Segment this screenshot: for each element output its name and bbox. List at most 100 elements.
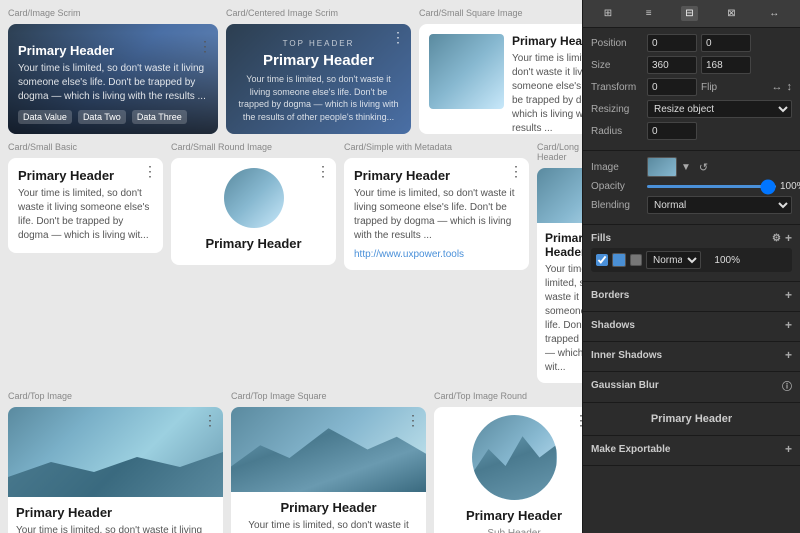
card-menu-button[interactable]: ⋮ xyxy=(391,30,405,44)
fill-type-select[interactable]: Normal Multiply xyxy=(646,251,701,269)
row-2: Card/Small Basic ⋮ Primary Header Your t… xyxy=(8,142,574,383)
card-small-square: ⋮ Primary Header Your time is limited, s… xyxy=(419,24,582,134)
image-opacity-section: Image ▼ ↺ Opacity 100% Blending Normal M… xyxy=(583,151,800,225)
mountain-overlay xyxy=(8,447,223,497)
transform-row: Transform Flip ↔ ↕ xyxy=(591,78,792,96)
fill-color-swatch[interactable] xyxy=(612,253,626,267)
primary-header-panel-section: Primary Header xyxy=(583,403,800,436)
tab-align-right[interactable]: ⊟ xyxy=(681,6,697,21)
shadows-header[interactable]: Shadows + xyxy=(591,318,792,332)
inner-shadows-label: Inner Shadows xyxy=(591,350,662,361)
top-image xyxy=(8,407,223,497)
image-dropdown-icon[interactable]: ▼ xyxy=(681,162,691,173)
image-strip xyxy=(537,168,582,223)
borders-header[interactable]: Borders + xyxy=(591,288,792,302)
blending-select[interactable]: Normal Multiply Screen Overlay xyxy=(647,196,792,214)
card-body: Your time is limited, so don't waste it … xyxy=(239,519,418,533)
card-body: Your time is limited, so don't waste it … xyxy=(18,62,208,104)
card-content: Primary Header Your time is limited, so … xyxy=(537,223,582,383)
flip-v-icon[interactable]: ↕ xyxy=(787,81,793,93)
opacity-value: 100% xyxy=(780,181,800,192)
make-exportable-header[interactable]: Make Exportable + xyxy=(591,442,792,456)
inner-shadows-section: Inner Shadows + xyxy=(583,342,800,372)
fill-color-swatch-2[interactable] xyxy=(630,254,642,266)
label-centered-scrim: Card/Centered Image Scrim xyxy=(226,8,411,18)
radius-input[interactable] xyxy=(647,122,697,140)
gaussian-header[interactable]: Gaussian Blur ⓘ xyxy=(591,378,792,393)
y-input[interactable] xyxy=(701,34,751,52)
round-img-wrapper xyxy=(434,407,582,500)
row-3: Card/Top Image ⋮ Primary Header Your tim… xyxy=(8,391,574,533)
radius-row: Radius xyxy=(591,122,792,140)
card-menu-button[interactable]: ⋮ xyxy=(143,164,157,178)
card-title: Primary Header xyxy=(545,231,582,259)
opacity-slider[interactable] xyxy=(647,185,776,188)
col-simple-meta: Card/Simple with Metadata ⋮ Primary Head… xyxy=(344,142,529,383)
fills-settings-icon[interactable]: ⚙ xyxy=(772,233,781,244)
card-title: Primary Header xyxy=(512,34,582,48)
fill-enabled-checkbox[interactable] xyxy=(596,254,608,266)
col-long-image-header: Card/Long Image Header ⋮ Primary Header … xyxy=(537,142,582,383)
label-image-scrim: Card/Image Scrim xyxy=(8,8,218,18)
position-row: Position xyxy=(591,34,792,52)
card-content: Primary Header Your time is limited, so … xyxy=(419,24,582,134)
fills-add-icon[interactable]: + xyxy=(785,231,792,245)
tab-align-justify[interactable]: ⊠ xyxy=(723,6,739,21)
tag-1: Data Value xyxy=(18,110,72,124)
width-input[interactable] xyxy=(647,56,697,74)
card-long-image-header: ⋮ Primary Header Your time is limited, s… xyxy=(537,168,582,383)
label-small-basic: Card/Small Basic xyxy=(8,142,163,152)
card-menu-button[interactable]: ⋮ xyxy=(198,39,212,53)
position-label: Position xyxy=(591,38,643,49)
borders-add-icon[interactable]: + xyxy=(785,288,792,302)
inner-shadows-add-icon[interactable]: + xyxy=(785,348,792,362)
inner-shadows-header[interactable]: Inner Shadows + xyxy=(591,348,792,362)
make-exportable-add-icon[interactable]: + xyxy=(785,442,792,456)
top-label: TOP HEADER xyxy=(236,39,401,48)
tag-2: Data Two xyxy=(78,110,126,124)
card-inner: TOP HEADER Primary Header Your time is l… xyxy=(226,24,411,133)
transform-label: Transform xyxy=(591,82,643,93)
position-section: Position Size Transform Flip ↔ ↕ Resizin… xyxy=(583,28,800,151)
gaussian-label: Gaussian Blur xyxy=(591,380,659,391)
image-label: Image xyxy=(591,162,643,173)
card-small-round: ⋮ Primary Header xyxy=(171,158,336,265)
resizing-select[interactable]: Resize object Stretch to fit Fixed size xyxy=(647,100,792,118)
tab-align-left[interactable]: ⊞ xyxy=(600,6,616,21)
gaussian-info-icon[interactable]: ⓘ xyxy=(782,378,792,393)
card-sub-header: Sub Header xyxy=(442,527,582,533)
rotate-input[interactable] xyxy=(647,78,697,96)
card-link[interactable]: http://www.uxpower.tools xyxy=(354,249,519,260)
image-row: Image ▼ ↺ xyxy=(591,157,792,177)
fill-opacity: 100% xyxy=(705,255,740,266)
fill-item: Normal Multiply 100% xyxy=(591,248,792,272)
card-menu-button[interactable]: ⋮ xyxy=(509,164,523,178)
card-menu-button[interactable]: ⋮ xyxy=(574,413,582,427)
card-content: Primary Header Sub Header Data Value Dat… xyxy=(434,500,582,533)
shadows-add-icon[interactable]: + xyxy=(785,318,792,332)
x-input[interactable] xyxy=(647,34,697,52)
label-small-round: Card/Small Round Image xyxy=(171,142,336,152)
height-input[interactable] xyxy=(701,56,751,74)
card-menu-button[interactable]: ⋮ xyxy=(203,413,217,427)
fills-section: Fills ⚙ + Normal Multiply 100% xyxy=(583,225,800,282)
card-small-basic: ⋮ Primary Header Your time is limited, s… xyxy=(8,158,163,253)
col-small-square: Card/Small Square Image ⋮ Primary Header… xyxy=(419,8,582,134)
image-thumbnail[interactable] xyxy=(647,157,677,177)
flip-label: Flip xyxy=(701,82,768,93)
size-row: Size xyxy=(591,56,792,74)
image-refresh-icon[interactable]: ↺ xyxy=(699,161,708,174)
round-image xyxy=(472,415,557,500)
make-exportable-label: Make Exportable xyxy=(591,444,670,455)
tab-resize[interactable]: ↔ xyxy=(765,6,783,21)
card-menu-button[interactable]: ⋮ xyxy=(406,413,420,427)
label-top-image: Card/Top Image xyxy=(8,391,223,401)
card-body: Your time is limited, so don't waste it … xyxy=(545,263,582,375)
card-title: Primary Header xyxy=(442,508,582,523)
tab-align-center[interactable]: ≡ xyxy=(642,6,656,21)
label-top-image-square: Card/Top Image Square xyxy=(231,391,426,401)
card-top-image: ⋮ Primary Header Your time is limited, s… xyxy=(8,407,223,533)
flip-h-icon[interactable]: ↔ xyxy=(772,81,783,93)
card-title: Primary Header xyxy=(18,168,153,183)
card-menu-button[interactable]: ⋮ xyxy=(316,164,330,178)
